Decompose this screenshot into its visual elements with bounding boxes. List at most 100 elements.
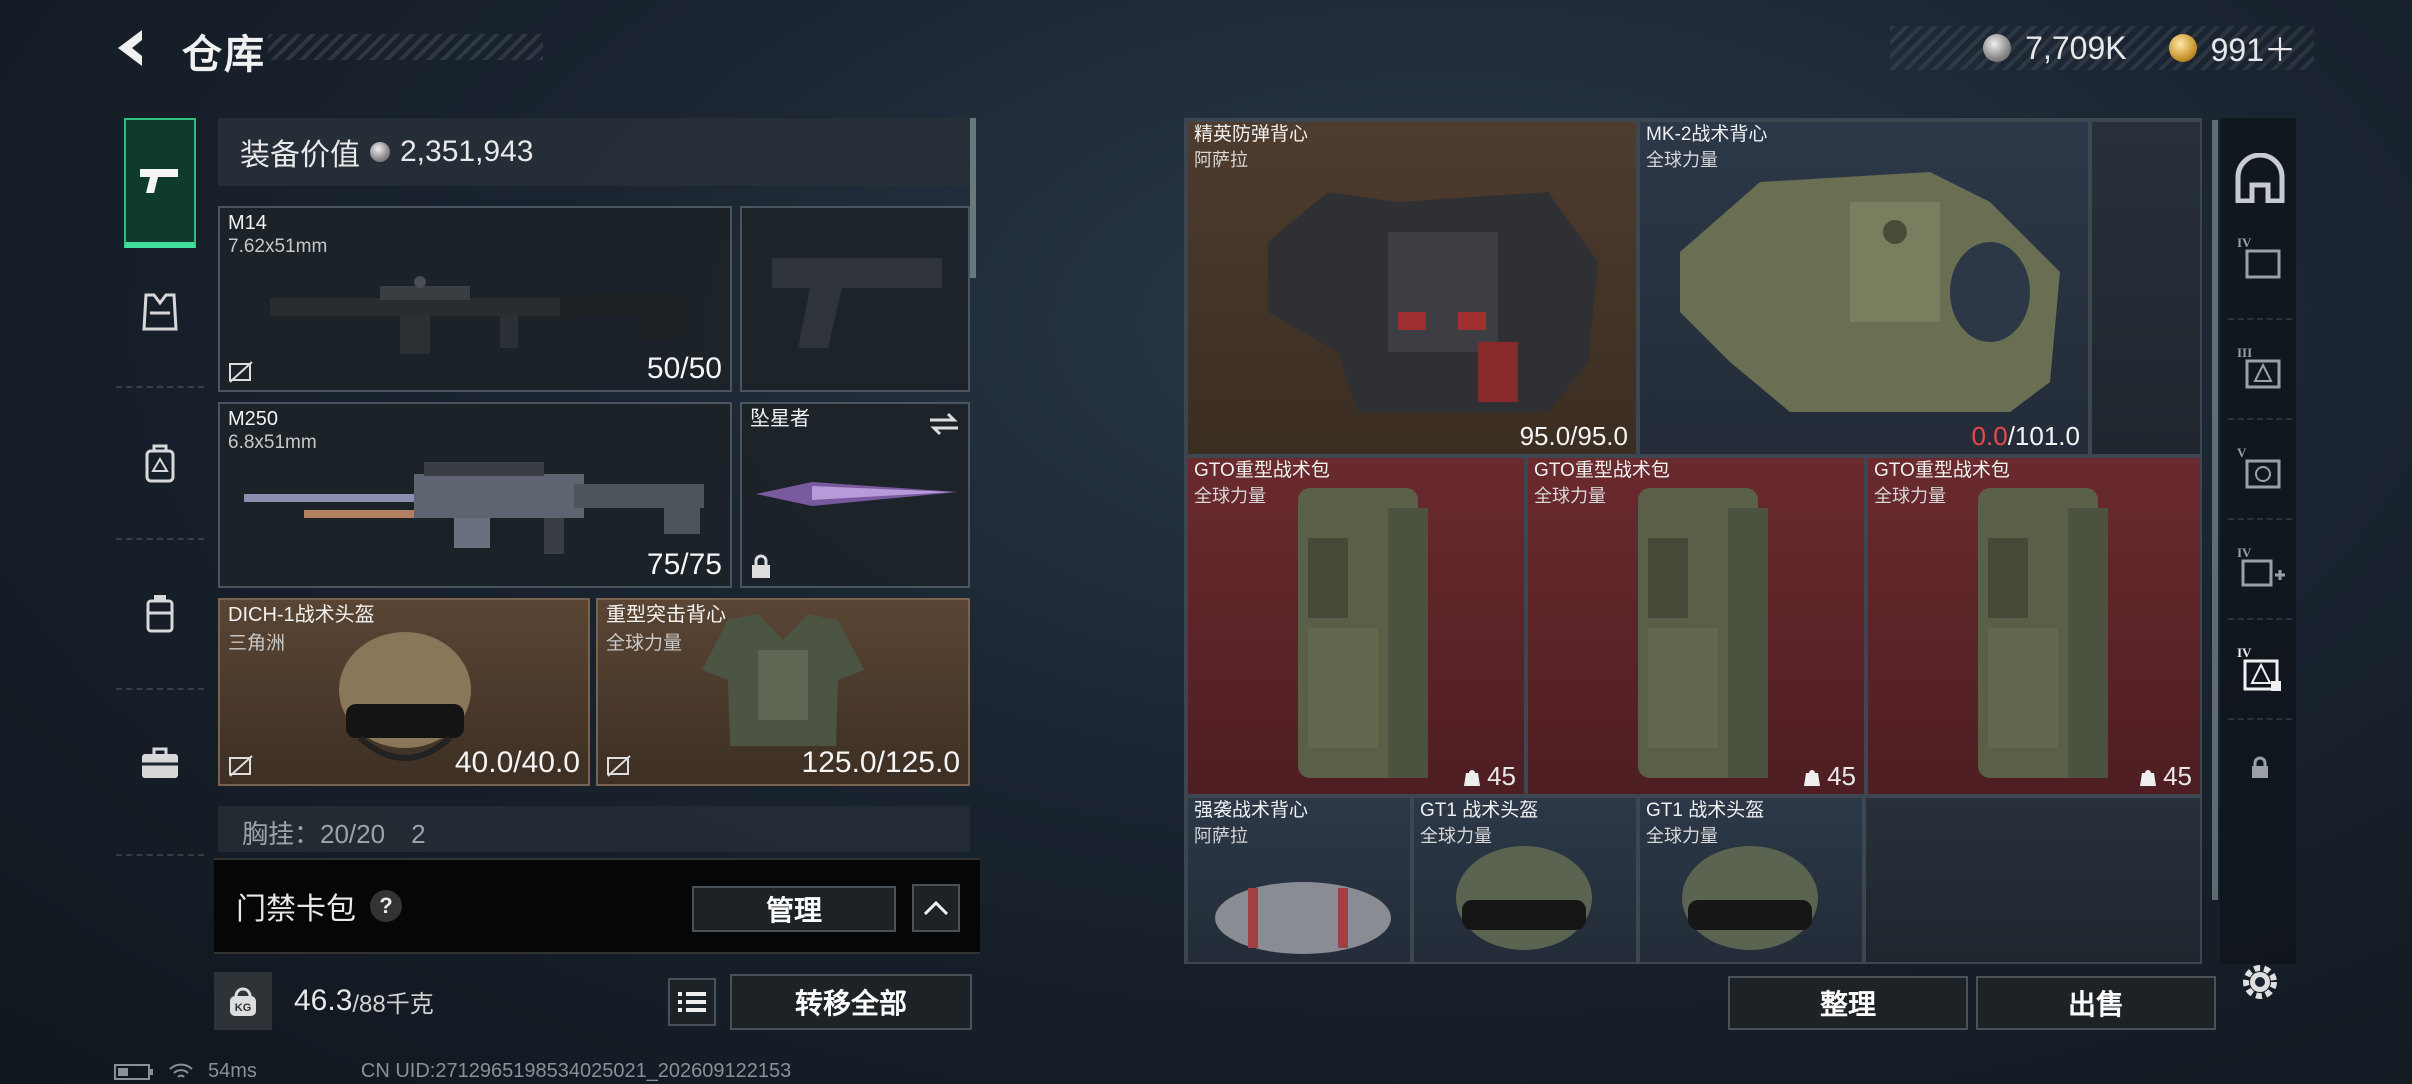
m250-machinegun-image — [244, 462, 704, 554]
status-bar: 54ms CN UID:2712965198534025021_20260912… — [114, 1060, 791, 1083]
lock-icon — [2252, 756, 2268, 778]
storage-tab-rail: IV III V IV IV — [2220, 118, 2296, 964]
item-qty: 45 — [2139, 761, 2192, 792]
keycard-label: 门禁卡包 — [236, 893, 356, 926]
keycard-bar: 门禁卡包 ? 管理 — [214, 858, 980, 954]
storage-tab-icon: V — [2237, 445, 2281, 489]
empty-pistol-placeholder-icon — [772, 258, 942, 348]
helmet-durability: 40.0/40.0 — [454, 746, 580, 779]
weight-icon: KG — [214, 972, 272, 1030]
svg-text:V: V — [2237, 445, 2247, 460]
chest-rig-slot[interactable]: 胸挂：20/20 2 — [218, 806, 970, 852]
keycard-manage-button[interactable]: 管理 — [692, 886, 896, 932]
page-title: 仓库 — [182, 33, 266, 77]
gold-coin-icon — [2168, 34, 2197, 62]
svg-text:IV: IV — [2237, 545, 2252, 560]
rail-tab-weapons[interactable] — [124, 118, 196, 248]
helmet-slot[interactable]: DICH-1战术头盔 三角洲 40.0/40.0 — [218, 598, 590, 786]
rail-tab-backpack[interactable] — [124, 398, 196, 528]
storage-item[interactable]: GT1 战术头盔 全球力量 — [1638, 796, 1864, 964]
transfer-all-button[interactable]: 转移全部 — [730, 974, 972, 1030]
melee-slot[interactable]: 坠星者 — [740, 402, 970, 588]
keycard-collapse-button[interactable] — [912, 884, 960, 932]
item-brand: 阿萨拉 — [1194, 826, 1248, 846]
storage-scrollbar[interactable] — [2212, 120, 2218, 900]
storage-grid: 精英防弹背心 阿萨拉 95.0/95.0 MK-2战术背心 全球力量 0.0/1… — [1184, 118, 2202, 964]
storage-empty-cell[interactable] — [1864, 796, 2202, 964]
svg-text:KG: KG — [235, 1002, 252, 1014]
storage-tab-active[interactable]: IV — [2230, 638, 2290, 698]
tactical-helmet-image — [1456, 846, 1592, 950]
secondary-weapon-name: M250 — [228, 408, 279, 430]
storage-item[interactable]: GTO重型战术包 全球力量 45 — [1866, 456, 2202, 796]
item-qty: 45 — [1463, 761, 1516, 792]
no-insure-icon — [607, 755, 631, 777]
helmet-brand: 三角洲 — [228, 633, 286, 654]
weight-max: /88千克 — [352, 990, 434, 1018]
item-qty: 45 — [1803, 761, 1856, 792]
list-view-button[interactable] — [668, 978, 716, 1026]
armor-slot[interactable]: 重型突击背心 全球力量 125.0/125.0 — [596, 598, 970, 786]
storage-item[interactable]: 精英防弹背心 阿萨拉 95.0/95.0 — [1186, 120, 1638, 456]
pouch-icon — [146, 595, 174, 633]
back-button[interactable] — [112, 26, 156, 70]
settings-button[interactable] — [2236, 958, 2284, 1006]
assault-vest-image — [1215, 882, 1391, 954]
sell-button[interactable]: 出售 — [1976, 976, 2216, 1030]
equipment-value-label: 装备价值 — [240, 139, 360, 172]
silver-coin-icon — [1983, 34, 2012, 62]
storage-tab-locked[interactable] — [2230, 738, 2290, 798]
briefcase-icon — [142, 747, 178, 778]
rail-tab-pouch[interactable] — [124, 548, 196, 678]
storage-tab-1[interactable]: IV — [2230, 228, 2290, 288]
storage-tab-3[interactable]: V — [2230, 438, 2290, 498]
storage-item[interactable]: MK-2战术背心 全球力量 0.0/101.0 — [1638, 120, 2090, 456]
storage-item[interactable]: GTO重型战术包 全球力量 45 — [1526, 456, 1866, 796]
rail-tab-armor[interactable] — [124, 248, 196, 378]
title-decoration — [268, 34, 543, 60]
secondary-weapon-slot[interactable]: M250 6.8x51mm 75/75 — [218, 402, 732, 588]
rail-tab-case[interactable] — [124, 698, 196, 828]
pistol-slot[interactable] — [740, 206, 970, 392]
vault-icon — [2235, 153, 2285, 203]
primary-weapon-ammo: 7.62x51mm — [228, 236, 328, 257]
list-icon — [678, 992, 706, 1012]
add-storage-icon: IV — [2237, 545, 2285, 587]
item-brand: 全球力量 — [1874, 486, 1946, 506]
storage-item[interactable]: 强袭战术背心 阿萨拉 — [1186, 796, 1412, 964]
category-rail — [112, 108, 204, 868]
storage-item[interactable]: GTO重型战术包 全球力量 45 — [1186, 456, 1526, 796]
storage-item[interactable]: GT1 战术头盔 全球力量 — [1412, 796, 1638, 964]
storage-tab-add[interactable]: IV — [2230, 538, 2290, 598]
primary-weapon-slot[interactable]: M14 7.62x51mm 50/50 — [218, 206, 732, 392]
silver-coin-icon — [370, 142, 390, 162]
backpack-image — [1978, 488, 2108, 778]
no-insure-icon — [229, 361, 253, 383]
sort-button[interactable]: 整理 — [1728, 976, 1968, 1030]
storage-tab-2[interactable]: III — [2230, 338, 2290, 398]
chevron-up-icon — [923, 900, 949, 916]
item-qty-value: 45 — [1487, 761, 1516, 791]
m14-rifle-image — [270, 276, 690, 354]
gear-icon — [2243, 965, 2277, 999]
loadout-scrollbar[interactable] — [970, 118, 976, 278]
primary-weapon-name: M14 — [228, 212, 267, 234]
item-durability: 0.0/101.0 — [1972, 421, 2080, 452]
silver-amount: 7,709K — [2025, 29, 2127, 66]
swap-icon[interactable] — [928, 412, 960, 436]
currency-bar: 7,709K 991＋ — [1890, 26, 2314, 70]
item-brand: 阿萨拉 — [1194, 150, 1248, 170]
no-insure-icon — [229, 755, 253, 777]
tactical-helmet-image — [1682, 846, 1818, 950]
ping-value: 54ms — [208, 1060, 257, 1082]
backpack-image — [1298, 488, 1428, 778]
back-arrow-icon — [118, 30, 142, 66]
help-icon[interactable]: ? — [370, 890, 402, 922]
elite-vest-image — [1268, 192, 1598, 412]
gold-amount[interactable]: 991＋ — [2211, 25, 2296, 71]
vest-icon — [142, 293, 178, 331]
storage-empty-cell[interactable] — [2090, 120, 2202, 456]
storage-tab-all[interactable] — [2230, 148, 2290, 208]
weight-bar: KG 46.3 /88千克 转移全部 — [214, 966, 980, 1036]
durability-current: 0.0 — [1971, 421, 2008, 451]
